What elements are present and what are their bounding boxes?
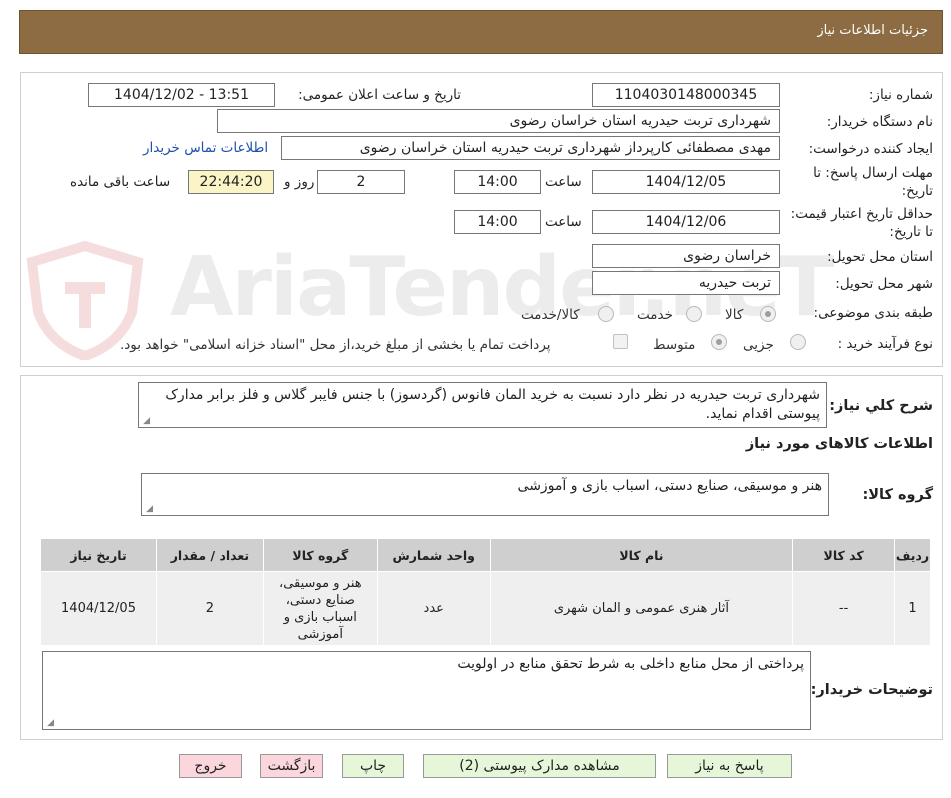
items-table: ردیف کد کالا نام کالا واحد شمارش گروه کا… (40, 538, 931, 646)
treasury-payment-checkbox[interactable] (613, 334, 628, 349)
cell-item-group: هنر و موسیقی، صنایع دستی، اسباب بازی و آ… (262, 571, 378, 646)
category-label: طبقه بندی موضوعی: (813, 305, 933, 321)
category-option-goods-service: کالا/خدمت (521, 307, 580, 323)
process-option-minor: جزیی (743, 337, 774, 353)
process-label: نوع فرآیند خرید : (837, 336, 933, 352)
col-header-item-name: نام کالا (489, 538, 794, 572)
goods-group-text: هنر و موسیقی، صنایع دستی، اسباب بازی و آ… (517, 478, 822, 494)
need-number-field[interactable]: 1104030148000345 (592, 83, 780, 107)
deadline-days-field[interactable]: 2 (317, 170, 405, 194)
buyer-org-field[interactable]: شهرداری تربت حیدریه استان خراسان رضوی (217, 109, 780, 133)
validity-date-field[interactable]: 1404/12/06 (592, 210, 780, 234)
city-label: شهر محل تحویل: (835, 276, 933, 292)
table-row: 1 -- آثار هنری عمومی و المان شهری عدد هن… (40, 571, 931, 646)
description-textarea[interactable]: شهرداری تربت حیدریه در نظر دارد نسبت به … (138, 382, 827, 428)
cell-unit: عدد (376, 571, 491, 646)
announce-label: تاریخ و ساعت اعلان عمومی: (298, 87, 461, 103)
buyer-contact-link[interactable]: اطلاعات تماس خریدار (143, 140, 268, 156)
deadline-time-field[interactable]: 14:00 (454, 170, 541, 194)
category-option-service: خدمت (637, 307, 673, 323)
col-header-unit: واحد شمارش (376, 538, 491, 572)
print-button[interactable]: چاپ (342, 754, 404, 778)
cell-item-name: آثار هنری عمومی و المان شهری (489, 571, 794, 646)
buyer-notes-label: توضیحات خریدار: (810, 682, 933, 698)
deadline-days-label: روز و (284, 174, 315, 190)
process-option-medium: متوسط (653, 337, 696, 353)
validity-time-label: ساعت (545, 214, 582, 230)
treasury-payment-note: پرداخت تمام یا بخشی از مبلغ خرید،از محل … (120, 337, 551, 353)
col-header-item-group: گروه کالا (262, 538, 378, 572)
cell-quantity: 2 (156, 571, 264, 646)
buyer-org-label: نام دستگاه خریدار: (826, 114, 933, 130)
col-header-item-code: کد کالا (792, 538, 896, 572)
buyer-notes-textarea[interactable]: پرداختی از محل منابع داخلی به شرط تحقق م… (42, 651, 811, 730)
city-field[interactable]: تربت حیدریه (592, 271, 780, 295)
col-header-need-date: تاریخ نیاز (40, 538, 157, 572)
remaining-time-field: 22:44:20 (188, 170, 274, 194)
resize-grip-icon[interactable]: ◢ (145, 505, 153, 514)
category-radio-service[interactable] (686, 306, 702, 322)
remaining-time-label: ساعت باقی مانده (70, 174, 171, 190)
cell-item-code: -- (792, 571, 896, 646)
description-text: شهرداری تربت حیدریه در نظر دارد نسبت به … (165, 387, 820, 422)
announce-field[interactable]: 1404/12/02 - 13:51 (88, 83, 275, 107)
deadline-label: مهلت ارسال پاسخ: تا تاریخ: (813, 165, 933, 199)
goods-group-label: گروه کالا: (862, 487, 933, 503)
description-label: شرح کلي نياز: (829, 398, 933, 414)
cell-row-number: 1 (894, 571, 931, 646)
goods-section-title: اطلاعات کالاهای مورد نیاز (745, 436, 933, 452)
back-button[interactable]: بازگشت (260, 754, 323, 778)
category-radio-goods-service[interactable] (598, 306, 614, 322)
process-radio-medium[interactable] (711, 334, 727, 350)
resize-grip-icon[interactable]: ◢ (46, 719, 54, 728)
goods-group-textarea[interactable]: هنر و موسیقی، صنایع دستی، اسباب بازی و آ… (141, 473, 829, 516)
exit-button[interactable]: خروج (179, 754, 242, 778)
deadline-date-field[interactable]: 1404/12/05 (592, 170, 780, 194)
deadline-time-label: ساعت (545, 174, 582, 190)
col-header-quantity: تعداد / مقدار (156, 538, 264, 572)
table-header-row: ردیف کد کالا نام کالا واحد شمارش گروه کا… (40, 538, 931, 572)
page-title: جزئیات اطلاعات نیاز (817, 23, 928, 38)
validity-label: حداقل تاریخ اعتبار قیمت: تا تاریخ: (790, 206, 933, 240)
reply-button[interactable]: پاسخ به نیاز (667, 754, 792, 778)
need-number-label: شماره نیاز: (868, 87, 933, 103)
process-radio-minor[interactable] (790, 334, 806, 350)
creator-field[interactable]: مهدی مصطفائی کارپرداز شهرداری تربت حیدری… (281, 136, 780, 160)
view-attachments-button[interactable]: مشاهده مدارک پیوستی (2) (423, 754, 656, 778)
category-option-goods: کالا (725, 307, 744, 323)
province-field[interactable]: خراسان رضوی (592, 244, 780, 268)
province-label: استان محل تحویل: (827, 249, 933, 265)
category-radio-goods[interactable] (760, 306, 776, 322)
page-header: جزئیات اطلاعات نیاز (19, 10, 943, 54)
creator-label: ایجاد کننده درخواست: (808, 141, 933, 157)
col-header-row-number: ردیف (894, 538, 931, 572)
validity-time-field[interactable]: 14:00 (454, 210, 541, 234)
cell-need-date: 1404/12/05 (40, 571, 157, 646)
buyer-notes-text: پرداختی از محل منابع داخلی به شرط تحقق م… (457, 656, 804, 672)
resize-grip-icon[interactable]: ◢ (142, 417, 150, 426)
